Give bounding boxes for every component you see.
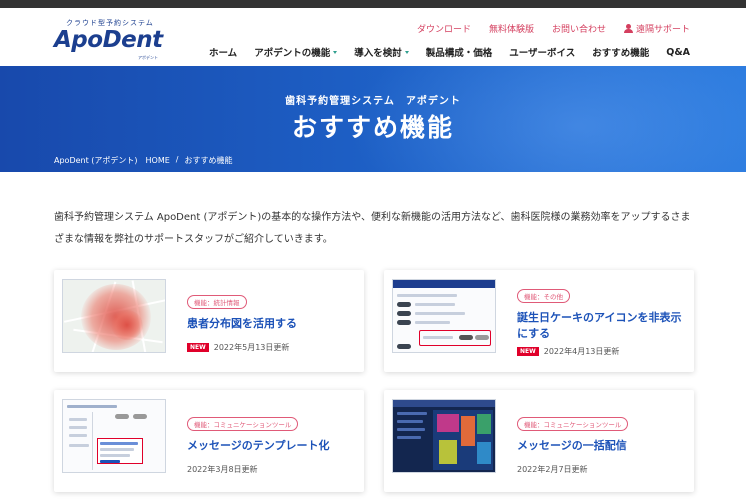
category-badge: 機能：統計情報 (187, 295, 247, 309)
article-title[interactable]: 患者分布図を活用する (187, 316, 356, 332)
article-card[interactable]: 機能：その他 誕生日ケーキのアイコンを非表示にする NEW 2022年4月13日… (384, 270, 694, 372)
breadcrumb-separator: / (175, 155, 179, 164)
remote-support-link[interactable]: 遠隔サポート (623, 22, 690, 35)
hero-banner: 歯科予約管理システム アポデント おすすめ機能 ApoDent (アポデント) … (0, 66, 746, 172)
nav-label: ホーム (208, 48, 238, 59)
nav-recommended[interactable]: おすすめ機能 (592, 45, 649, 59)
nav-label: 導入を検討 (354, 48, 402, 59)
hero-subtitle: 歯科予約管理システム アポデント (285, 96, 461, 107)
nav-home[interactable]: ホーム (209, 45, 237, 59)
nav-pricing[interactable]: 製品構成・価格 (426, 45, 493, 59)
new-badge: NEW (187, 343, 209, 352)
breadcrumb-home[interactable]: ApoDent (アポデント) HOME (54, 155, 170, 166)
article-thumbnail-broadcast (392, 399, 496, 473)
category-badge: 機能：その他 (517, 289, 570, 303)
article-card[interactable]: 機能：統計情報 患者分布図を活用する NEW 2022年5月13日更新 (54, 270, 364, 372)
article-title[interactable]: メッセージの一括配信 (517, 438, 686, 454)
nav-label: ユーザーボイス (509, 48, 576, 59)
updated-date: 2022年4月13日更新 (543, 347, 620, 356)
category-badge: 機能：コミュニケーションツール (187, 417, 299, 431)
nav-consider[interactable]: 導入を検討 (354, 45, 409, 59)
nav-label: 製品構成・価格 (425, 48, 493, 59)
main-nav: ホーム アポデントの機能 導入を検討 製品構成・価格 ユーザーボイス おすすめ機… (209, 45, 690, 60)
article-card[interactable]: 機能：コミュニケーションツール メッセージの一括配信 2022年2月7日更新 (384, 390, 694, 492)
updated-date: 2022年3月8日更新 (187, 465, 258, 474)
nav-features[interactable]: アポデントの機能 (254, 45, 338, 59)
nav-label: アポデントの機能 (254, 48, 331, 59)
nav-label: おすすめ機能 (592, 48, 650, 59)
article-title[interactable]: メッセージのテンプレート化 (187, 438, 356, 454)
remote-support-label: 遠隔サポート (635, 25, 690, 35)
article-thumbnail-settings (392, 279, 496, 353)
caret-down-icon (404, 50, 409, 54)
intro-text: 歯科予約管理システム ApoDent (アポデント)の基本的な操作方法や、便利な… (54, 212, 691, 245)
article-title[interactable]: 誕生日ケーキのアイコンを非表示にする (517, 310, 686, 342)
support-person-icon (623, 24, 633, 33)
page-title: おすすめ機能 (291, 113, 454, 142)
nav-qa[interactable]: Q&A (666, 45, 690, 59)
breadcrumb-current: おすすめ機能 (184, 156, 233, 165)
logo-sub: アポデント (138, 55, 158, 60)
nav-user-voice[interactable]: ユーザーボイス (509, 45, 575, 59)
top-strip (0, 0, 746, 8)
download-link[interactable]: ダウンロード (417, 22, 471, 35)
updated-date: 2022年2月7日更新 (517, 465, 588, 474)
contact-link[interactable]: お問い合わせ (552, 22, 606, 35)
site-header: クラウド型予約システム ApoDent アポデント ダウンロード 無料体験版 お… (0, 8, 746, 66)
new-badge: NEW (517, 347, 539, 356)
logo-name: ApoDent (54, 27, 163, 53)
main-content: 歯科予約管理システム ApoDent (アポデント)の基本的な操作方法や、便利な… (0, 172, 746, 500)
apodent-logo[interactable]: クラウド型予約システム ApoDent アポデント (54, 18, 163, 60)
article-thumbnail-map (62, 279, 166, 353)
category-badge: 機能：コミュニケーションツール (517, 417, 629, 431)
article-card[interactable]: 機能：コミュニケーションツール メッセージのテンプレート化 2022年3月8日更… (54, 390, 364, 492)
nav-label: Q&A (666, 46, 690, 58)
breadcrumb: ApoDent (アポデント) HOME / おすすめ機能 (54, 155, 233, 166)
article-thumbnail-template (62, 399, 166, 473)
utility-nav: ダウンロード 無料体験版 お問い合わせ 遠隔サポート (417, 22, 690, 35)
free-trial-link[interactable]: 無料体験版 (489, 22, 534, 35)
updated-date: 2022年5月13日更新 (213, 343, 290, 352)
caret-down-icon (333, 50, 338, 54)
